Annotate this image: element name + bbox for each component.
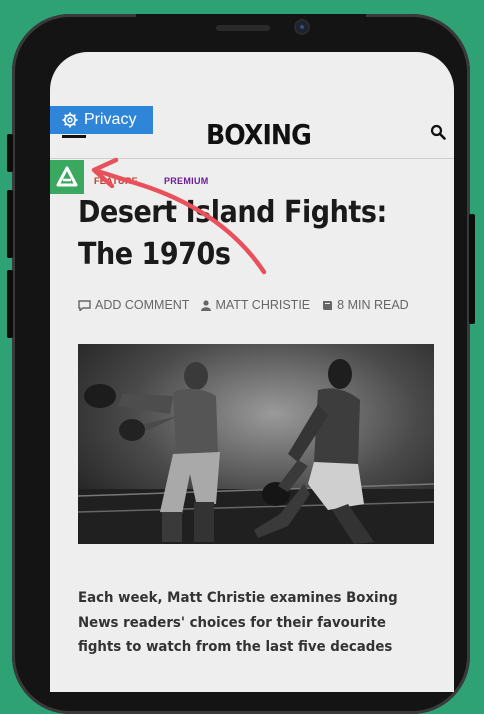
article-hero-image[interactable] — [78, 344, 434, 544]
add-comment-label: ADD COMMENT — [95, 298, 190, 312]
side-button — [469, 214, 475, 324]
camera-icon — [296, 21, 308, 33]
category-feature[interactable]: FEATURE — [94, 176, 138, 186]
side-button — [7, 270, 13, 338]
category-premium[interactable]: PREMIUM — [164, 176, 209, 186]
hamburger-menu-icon[interactable] — [62, 135, 86, 138]
add-comment-link[interactable]: ADD COMMENT — [78, 298, 189, 312]
phone-notch — [136, 14, 366, 51]
category-list: FEATURE PREMIUM — [94, 176, 209, 186]
author-link[interactable]: MATT CHRISTIE — [201, 298, 310, 312]
speaker-grille — [216, 25, 270, 31]
read-time: 8 MIN READ — [322, 298, 409, 312]
article-title: Desert Island Fights: The 1970s — [78, 195, 387, 272]
header-divider — [50, 158, 454, 159]
phone-frame: Privacy BOXING FEATURE PREMIUM Desert Isl… — [7, 14, 475, 714]
article-excerpt: Each week, Matt Christie examines Boxing… — [78, 590, 398, 655]
book-icon — [323, 300, 333, 310]
site-logo[interactable]: BOXING — [206, 118, 312, 151]
privacy-label: Privacy — [84, 111, 137, 128]
gear-icon — [62, 112, 78, 128]
search-icon[interactable] — [430, 124, 446, 140]
phone-screen: Privacy BOXING FEATURE PREMIUM Desert Isl… — [50, 52, 454, 692]
side-button — [7, 190, 13, 258]
article-meta: ADD COMMENT MATT CHRISTIE 8 MIN READ — [78, 298, 409, 312]
a-badge-icon[interactable] — [50, 160, 84, 194]
privacy-button[interactable]: Privacy — [50, 106, 153, 134]
side-button — [7, 134, 13, 172]
read-time-label: 8 MIN READ — [337, 298, 409, 312]
logo-text: BOXING — [206, 118, 312, 151]
user-icon — [201, 299, 212, 311]
comment-icon — [78, 299, 91, 311]
author-name: MATT CHRISTIE — [215, 298, 311, 312]
